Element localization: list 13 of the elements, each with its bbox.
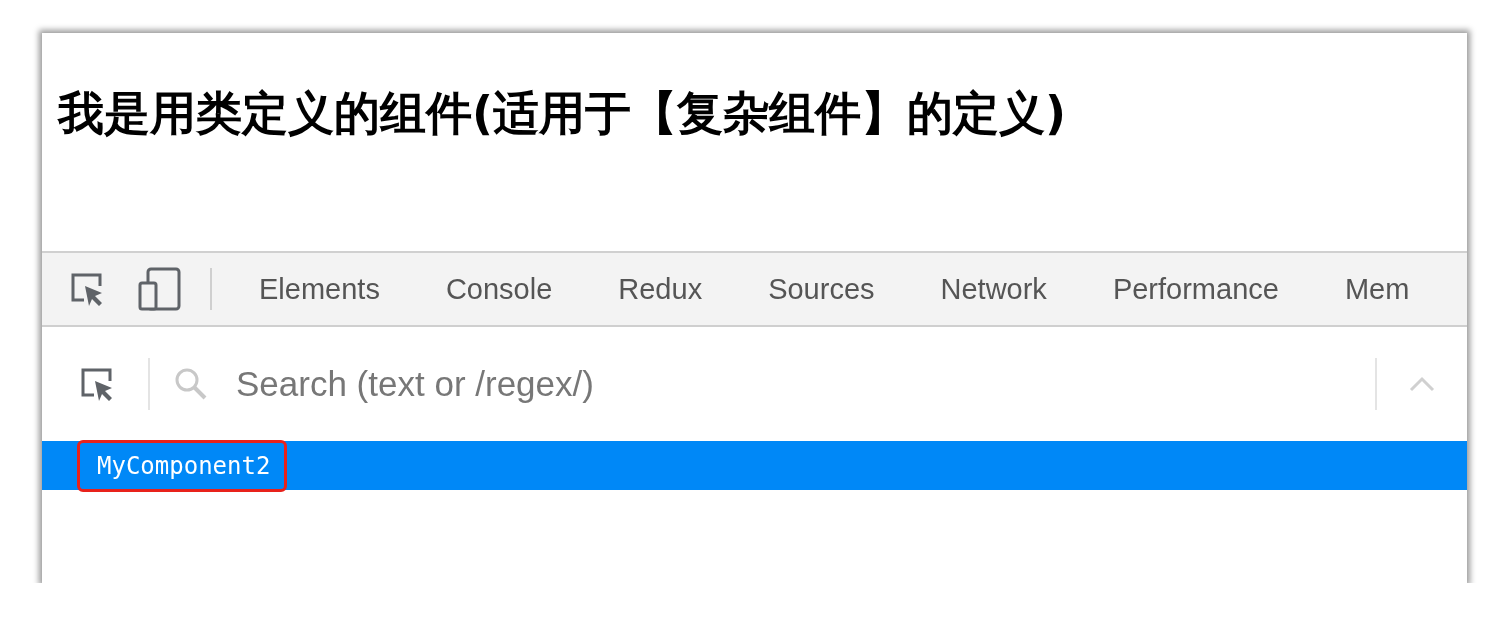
- component-node[interactable]: MyComponent2: [77, 439, 288, 492]
- panel-tab[interactable]: Console: [412, 253, 586, 325]
- panel-tab[interactable]: Network: [907, 253, 1080, 325]
- panel-tab[interactable]: Sources: [735, 253, 908, 325]
- search-icon: [174, 367, 208, 401]
- panel-tab[interactable]: Performance: [1079, 253, 1312, 325]
- device-toolbar-icon[interactable]: [138, 267, 182, 311]
- panel-tab[interactable]: Elements: [226, 253, 413, 325]
- panel-tab[interactable]: Redux: [585, 253, 736, 325]
- selected-row[interactable]: MyComponent2: [42, 441, 1467, 490]
- panel-tab[interactable]: Mem: [1311, 253, 1443, 325]
- search-field[interactable]: Search (text or /regex/): [234, 363, 1375, 405]
- page-heading: 我是用类定义的组件(适用于【复杂组件】的定义): [56, 85, 1068, 142]
